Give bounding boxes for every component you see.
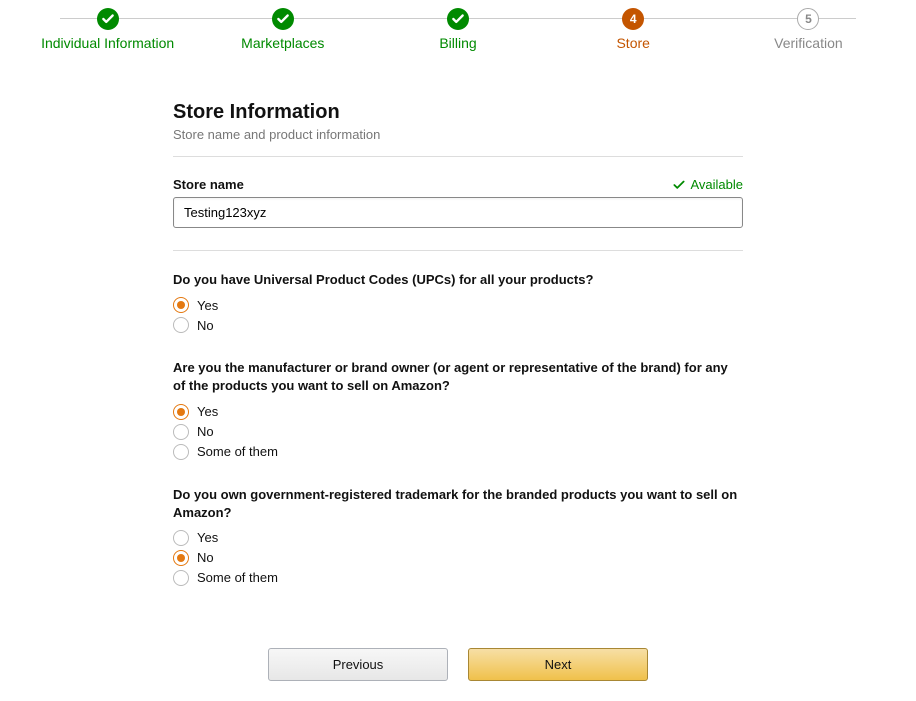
main-content: Store Information Store name and product… xyxy=(163,101,753,681)
step-label: Individual Information xyxy=(41,35,174,51)
radio-icon xyxy=(173,317,189,333)
radio-label: No xyxy=(197,424,214,439)
question-text: Do you own government-registered tradema… xyxy=(173,486,743,522)
radio-label: Yes xyxy=(197,530,218,545)
radio-upc-yes[interactable]: Yes xyxy=(173,295,743,315)
radio-label: Yes xyxy=(197,404,218,419)
store-name-input[interactable] xyxy=(173,197,743,228)
step-label: Verification xyxy=(774,35,842,51)
radio-label: Some of them xyxy=(197,444,278,459)
radio-icon xyxy=(173,530,189,546)
step-billing[interactable]: Billing xyxy=(370,8,545,51)
step-marketplaces[interactable]: Marketplaces xyxy=(195,8,370,51)
radio-icon xyxy=(173,424,189,440)
store-name-label: Store name xyxy=(173,177,244,192)
radio-trademark-yes[interactable]: Yes xyxy=(173,528,743,548)
next-button[interactable]: Next xyxy=(468,648,648,681)
step-label: Store xyxy=(616,35,649,51)
radio-icon xyxy=(173,444,189,460)
radio-brand-no[interactable]: No xyxy=(173,422,743,442)
radio-icon xyxy=(173,570,189,586)
radio-label: No xyxy=(197,318,214,333)
radio-upc-no[interactable]: No xyxy=(173,315,743,335)
page-title: Store Information xyxy=(173,101,743,124)
radio-trademark-no[interactable]: No xyxy=(173,548,743,568)
radio-trademark-some[interactable]: Some of them xyxy=(173,568,743,588)
radio-icon xyxy=(173,550,189,566)
radio-brand-some[interactable]: Some of them xyxy=(173,442,743,462)
question-upc: Do you have Universal Product Codes (UPC… xyxy=(173,271,743,335)
radio-icon xyxy=(173,297,189,313)
radio-label: No xyxy=(197,550,214,565)
progress-stepper: Individual Information Marketplaces Bill… xyxy=(0,0,916,51)
step-label: Billing xyxy=(439,35,476,51)
step-verification[interactable]: 5 Verification xyxy=(721,8,896,51)
step-store[interactable]: 4 Store xyxy=(546,8,721,51)
divider xyxy=(173,156,743,157)
availability-text: Available xyxy=(690,177,743,192)
step-label: Marketplaces xyxy=(241,35,324,51)
question-trademark: Do you own government-registered tradema… xyxy=(173,486,743,588)
question-brand-owner: Are you the manufacturer or brand owner … xyxy=(173,359,743,461)
step-number: 4 xyxy=(622,8,644,30)
radio-icon xyxy=(173,404,189,420)
button-row: Previous Next xyxy=(173,648,743,681)
divider xyxy=(173,250,743,251)
page-subtitle: Store name and product information xyxy=(173,127,743,142)
question-text: Do you have Universal Product Codes (UPC… xyxy=(173,271,743,289)
previous-button[interactable]: Previous xyxy=(268,648,448,681)
check-icon xyxy=(672,178,686,192)
radio-label: Some of them xyxy=(197,570,278,585)
check-icon xyxy=(272,8,294,30)
check-icon xyxy=(97,8,119,30)
radio-label: Yes xyxy=(197,298,218,313)
check-icon xyxy=(447,8,469,30)
radio-brand-yes[interactable]: Yes xyxy=(173,402,743,422)
step-number: 5 xyxy=(797,8,819,30)
question-text: Are you the manufacturer or brand owner … xyxy=(173,359,743,395)
availability-indicator: Available xyxy=(672,177,743,192)
step-individual-information[interactable]: Individual Information xyxy=(20,8,195,51)
